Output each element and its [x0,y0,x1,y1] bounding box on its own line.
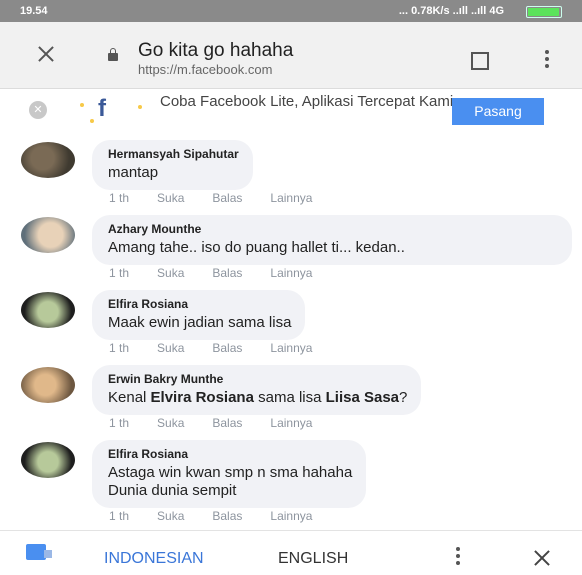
comment-actions: 1 th Suka Balas Lainnya [109,341,340,355]
comment-text: Astaga win kwan smp n sma hahaha Dunia d… [108,464,353,499]
mention-link[interactable]: Liisa Sasa [326,389,399,406]
comment-author[interactable]: Elfira Rosiana [108,447,352,461]
more-link[interactable]: Lainnya [270,341,312,355]
bookmark-icon[interactable] [471,52,489,70]
comment-text: Maak ewin jadian sama lisa [108,314,292,331]
like-link[interactable]: Suka [157,266,184,280]
status-time: 19.54 [20,5,48,17]
page-url[interactable]: https://m.facebook.com [138,62,272,77]
comment-actions: 1 th Suka Balas Lainnya [109,416,340,430]
more-link[interactable]: Lainnya [270,509,312,523]
like-link[interactable]: Suka [157,341,184,355]
sparkle-icon [90,119,94,123]
source-language-tab[interactable]: INDONESIAN [104,550,204,568]
more-link[interactable]: Lainnya [270,191,312,205]
facebook-lite-banner: ✕ f Coba Facebook Lite, Aplikasi Tercepa… [0,89,582,135]
sparkle-icon [138,105,142,109]
comment-bubble: Elfira Rosiana Maak ewin jadian sama lis… [92,290,306,340]
lock-icon [108,48,118,61]
comment-author[interactable]: Azhary Mounthe [108,222,558,236]
mention-link[interactable]: Elvira Rosiana [151,389,254,406]
facebook-logo-icon: f [98,95,106,122]
avatar[interactable] [21,442,75,478]
comment-actions: 1 th Suka Balas Lainnya [109,509,340,523]
status-network: ... 0.78K/s ..ıll ..ıll 4G [398,5,504,17]
avatar[interactable] [21,292,75,328]
sparkle-icon [80,103,84,107]
reply-link[interactable]: Balas [212,191,242,205]
comment-time: 1 th [109,509,130,523]
like-link[interactable]: Suka [157,509,184,523]
close-translate-icon[interactable] [532,548,552,568]
comment-author[interactable]: Hermansyah Sipahutar [108,147,239,161]
banner-text: Coba Facebook Lite, Aplikasi Tercepat Ka… [160,93,454,110]
avatar[interactable] [21,217,75,253]
avatar[interactable] [21,142,75,178]
avatar[interactable] [21,367,75,403]
comment-author[interactable]: Elfira Rosiana [108,297,291,311]
like-link[interactable]: Suka [157,191,184,205]
comment-text-part: Kenal [108,389,151,406]
close-banner-icon[interactable]: ✕ [29,101,47,119]
comment-text: mantap [108,164,159,181]
comment-text-part: ? [399,389,408,406]
close-tab-icon[interactable] [34,42,58,66]
comment-text-part: sama lisa [253,389,326,406]
more-link[interactable]: Lainnya [270,416,312,430]
comment-time: 1 th [109,341,130,355]
more-link[interactable]: Lainnya [270,266,312,280]
comment-bubble: Elfira Rosiana Astaga win kwan smp n sma… [92,440,367,508]
comment-actions: 1 th Suka Balas Lainnya [109,191,340,205]
install-button[interactable]: Pasang [452,98,544,125]
page-title[interactable]: Go kita go hahaha [138,40,293,62]
google-translate-icon [26,544,52,560]
comment-bubble: Hermansyah Sipahutar mantap [92,140,253,190]
comment-time: 1 th [109,266,130,280]
like-link[interactable]: Suka [157,416,184,430]
reply-link[interactable]: Balas [212,416,242,430]
battery-icon [526,6,562,18]
comment-actions: 1 th Suka Balas Lainnya [109,266,340,280]
comment-time: 1 th [109,416,130,430]
browser-toolbar: Go kita go hahaha https://m.facebook.com [0,22,582,89]
status-bar: 19.54 ... 0.78K/s ..ıll ..ıll 4G [0,0,582,22]
translate-options-icon[interactable] [456,547,460,565]
reply-link[interactable]: Balas [212,266,242,280]
reply-link[interactable]: Balas [212,509,242,523]
comment-text: Amang tahe.. iso do puang hallet ti... k… [108,239,405,256]
translate-bar: INDONESIAN ENGLISH [0,530,582,575]
comment-time: 1 th [109,191,130,205]
comment-author[interactable]: Erwin Bakry Munthe [108,372,407,386]
comment-text: Kenal Elvira Rosiana sama lisa Liisa Sas… [108,389,407,407]
target-language-tab[interactable]: ENGLISH [278,550,348,568]
reply-link[interactable]: Balas [212,341,242,355]
comment-bubble: Erwin Bakry Munthe Kenal Elvira Rosiana … [92,365,422,415]
more-options-icon[interactable] [545,50,549,70]
comment-bubble: Azhary Mounthe Amang tahe.. iso do puang… [92,215,572,265]
